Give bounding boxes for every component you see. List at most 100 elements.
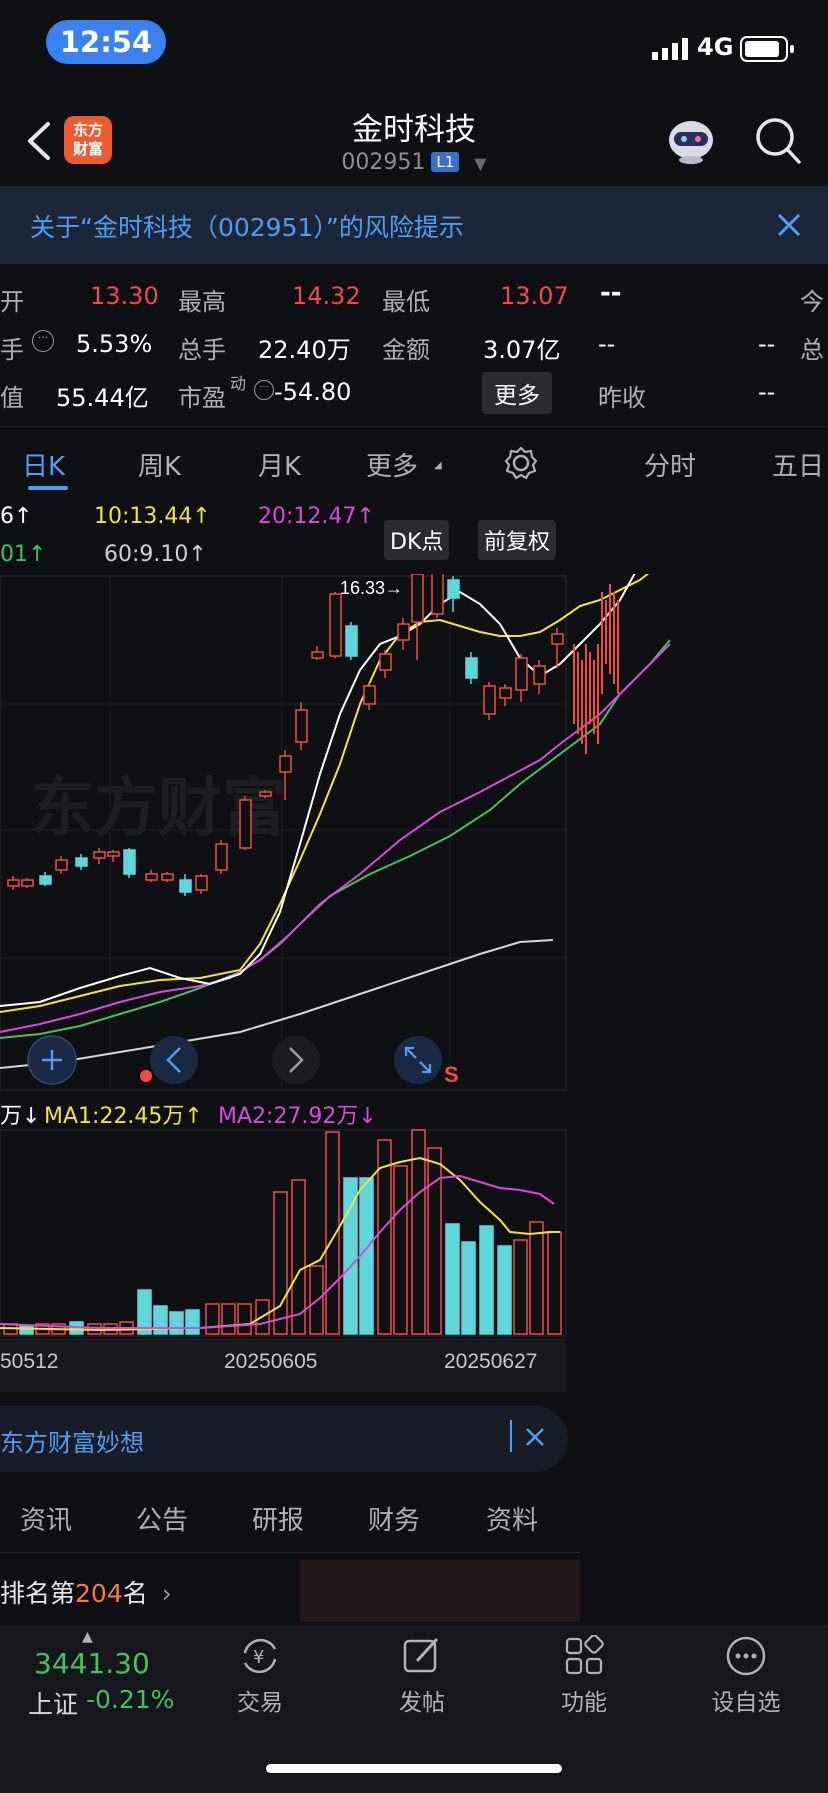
tab-day-k[interactable]: 日K xyxy=(22,446,65,483)
risk-banner-text[interactable]: 关于“金时科技（002951）”的风险提示 xyxy=(30,208,464,244)
ma30-legend: 01↑ xyxy=(0,542,47,567)
stat-mktcap-label: 值 xyxy=(0,384,24,412)
zoom-in-button[interactable] xyxy=(27,1035,77,1085)
tab-finance[interactable]: 财务 xyxy=(368,1500,420,1537)
candle-body xyxy=(215,843,228,871)
more-circle-icon xyxy=(726,1636,766,1676)
news-bar-text[interactable]: 东方财富妙想 xyxy=(0,1423,144,1458)
tab-news[interactable]: 资讯 xyxy=(20,1500,72,1537)
volume-bar xyxy=(411,1129,426,1335)
signal-dot xyxy=(140,1070,152,1082)
candle-body xyxy=(363,685,376,705)
stat-pe-value: -54.80 xyxy=(274,378,352,406)
back-icon[interactable] xyxy=(24,120,54,162)
rank-number: 204 xyxy=(75,1579,123,1608)
risk-banner[interactable]: 关于“金时科技（002951）”的风险提示 xyxy=(0,186,828,264)
pan-left-button[interactable] xyxy=(150,1036,198,1084)
more-stats-button[interactable]: 更多 xyxy=(482,372,552,414)
volume-bar xyxy=(185,1309,200,1335)
stat-amount-label: 金额 xyxy=(382,336,430,364)
volume-bar xyxy=(19,1325,34,1335)
candle-body xyxy=(21,879,34,887)
rank-text[interactable]: 排名第204名 › xyxy=(0,1574,172,1610)
stat-high-label: 最高 xyxy=(178,288,226,316)
tab-week-k[interactable]: 周K xyxy=(138,446,181,483)
candle-body xyxy=(551,633,564,645)
volume-bar xyxy=(547,1231,562,1335)
tab-month-k[interactable]: 月K xyxy=(258,446,301,483)
stat-prevclose-label: 昨收 xyxy=(598,384,646,412)
info-icon[interactable]: ··· xyxy=(32,330,54,352)
tab-announcements[interactable]: 公告 xyxy=(136,1500,188,1537)
tab-five-day[interactable]: 五日 xyxy=(772,446,824,483)
signal-icon xyxy=(652,38,688,60)
candle-body xyxy=(447,579,460,599)
tab-intraday[interactable]: 分时 xyxy=(644,446,696,483)
news-divider xyxy=(510,1420,512,1452)
candle-body xyxy=(259,791,272,797)
ma60-legend: 60:9.10↑ xyxy=(104,542,207,567)
date-label-3: 20250627 xyxy=(444,1350,537,1373)
stock-code: 002951 xyxy=(341,150,426,175)
nav-post[interactable]: 发帖 xyxy=(362,1635,482,1717)
nav-trade-label: 交易 xyxy=(237,1690,283,1716)
stat-col5-label: 今 xyxy=(800,288,824,316)
rank-suffix: 名 xyxy=(122,1579,148,1608)
index-value[interactable]: 3441.30 xyxy=(34,1647,150,1680)
svg-text:¥: ¥ xyxy=(253,1647,264,1668)
candle-body xyxy=(55,859,68,871)
nav-functions[interactable]: 功能 xyxy=(524,1634,644,1717)
fullscreen-button[interactable] xyxy=(394,1036,442,1084)
volume-bar xyxy=(273,1191,288,1335)
gear-icon[interactable] xyxy=(504,446,538,480)
index-change[interactable]: -0.21% xyxy=(86,1685,174,1714)
info-icon[interactable]: ··· xyxy=(254,380,274,400)
stat-pe-sup: 动 xyxy=(230,374,247,393)
candles-group xyxy=(7,574,619,896)
status-bar: 12:54 4G xyxy=(0,0,828,90)
candle-body xyxy=(329,593,342,657)
tab-profile[interactable]: 资料 xyxy=(486,1500,538,1537)
dk-point-button[interactable]: DK点 xyxy=(384,520,450,560)
search-icon[interactable] xyxy=(754,116,802,166)
candle-body xyxy=(431,574,444,615)
volume-bar xyxy=(479,1225,494,1335)
tab-research[interactable]: 研报 xyxy=(252,1500,304,1537)
stat-pe-label: 市盈 xyxy=(178,384,226,412)
caret-up-icon: ▲ xyxy=(82,1629,93,1645)
adjust-mode-button[interactable]: 前复权 xyxy=(478,520,557,560)
stat-volume-value: 22.40万 xyxy=(258,336,351,364)
tab-more[interactable]: 更多 xyxy=(366,446,418,483)
volume-bar xyxy=(169,1311,184,1335)
stat-volume-label: 总手 xyxy=(178,336,226,364)
stat-open-value: 13.30 xyxy=(90,282,159,310)
rank-row[interactable]: 排名第204名 › xyxy=(0,1556,580,1622)
nav-trade[interactable]: ¥ 交易 xyxy=(200,1635,320,1717)
pan-right-button[interactable] xyxy=(272,1036,320,1084)
nav-add-watchlist[interactable]: 设自选 xyxy=(686,1635,806,1717)
candle-body xyxy=(39,875,52,885)
date-label-2: 20250605 xyxy=(224,1350,317,1373)
volume-bar xyxy=(359,1177,374,1335)
close-icon[interactable] xyxy=(776,212,802,238)
robot-assistant-icon[interactable] xyxy=(664,116,718,166)
volume-chart[interactable]: 50512 20250605 20250627 xyxy=(0,1128,568,1392)
ma5-legend: 6↑ xyxy=(0,504,33,529)
candlestick-chart[interactable]: 东方财富 16.33→ S xyxy=(0,574,740,1092)
candle-body xyxy=(179,879,192,893)
stat-prevclose-value: -- xyxy=(758,378,776,406)
candle-body xyxy=(499,687,512,699)
kline-tabs: 日K 周K 月K 更多 ◢ 分时 五日 xyxy=(0,440,828,498)
info-tabs: 资讯 公告 研报 财务 资料 xyxy=(0,1486,580,1546)
volume-bar xyxy=(393,1165,408,1335)
battery-icon xyxy=(740,36,794,62)
close-icon[interactable] xyxy=(524,1426,546,1448)
volume-bar xyxy=(343,1177,358,1335)
stat-turnover-label: 手 xyxy=(0,336,24,364)
candle-body xyxy=(123,849,136,875)
index-name[interactable]: 上证 xyxy=(28,1685,78,1721)
stat-col4-value: -- xyxy=(600,278,622,308)
news-bar[interactable]: 东方财富妙想 xyxy=(0,1406,568,1472)
stat-turnover-value: 5.53% xyxy=(76,330,153,358)
app-logo[interactable]: 东方 财富 xyxy=(64,116,112,164)
